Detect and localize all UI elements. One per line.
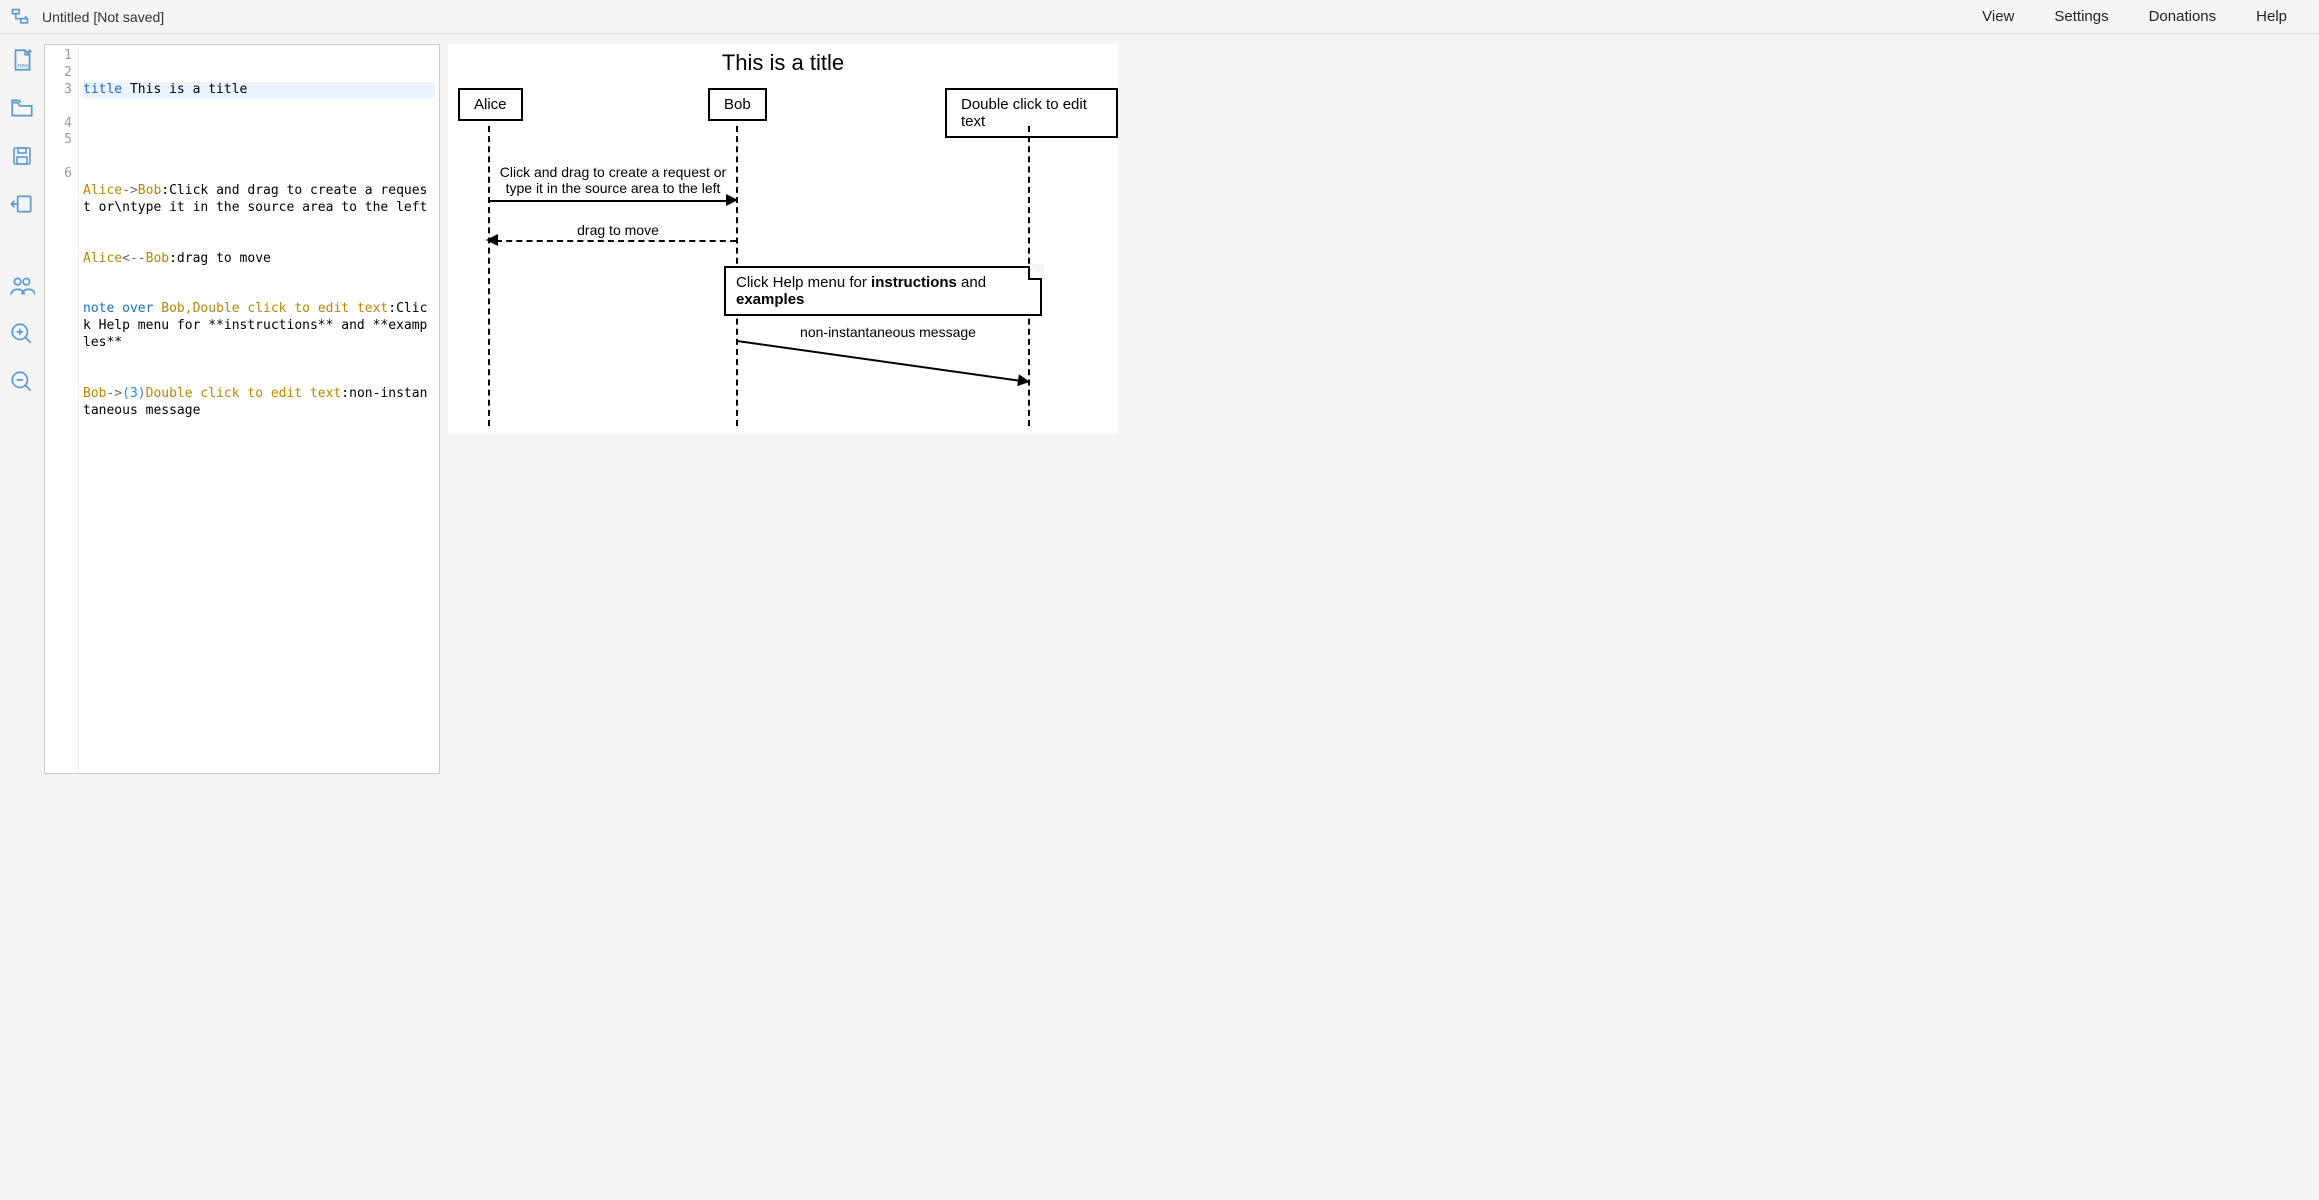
line-number: 3 (45, 82, 72, 116)
participant-name: Alice (83, 251, 122, 266)
participants-icon[interactable] (8, 272, 36, 300)
arrow-text: -> (122, 183, 138, 198)
document-title: Untitled [Not saved] (42, 9, 164, 25)
sequence-diagram[interactable]: This is a title Alice Bob Double click t… (448, 44, 1118, 434)
participant-name: Double click to edit text (146, 386, 342, 401)
message-label[interactable]: Click and drag to create a request or ty… (498, 164, 728, 196)
zoom-out-icon[interactable] (8, 368, 36, 396)
save-icon[interactable] (8, 142, 36, 170)
participant-bob[interactable]: Bob (708, 88, 767, 121)
top-menu: View Settings Donations Help (1982, 8, 2307, 25)
keyword: title (83, 82, 122, 97)
note-fold-icon (1028, 266, 1042, 280)
export-icon[interactable] (8, 190, 36, 218)
code-area[interactable]: title This is a title Alice->Bob:Click a… (79, 45, 439, 773)
svg-text:new: new (18, 63, 30, 70)
arrow-line (489, 200, 729, 202)
message-label[interactable]: drag to move (548, 222, 688, 238)
participant-name: Bob (138, 183, 161, 198)
message-label[interactable]: non-instantaneous message (788, 324, 988, 340)
line-number: 4 (45, 116, 72, 133)
arrow-text: -> (106, 386, 122, 401)
arrowhead-icon (486, 234, 498, 246)
note-box[interactable]: Click Help menu for instructions and exa… (724, 266, 1042, 316)
zoom-in-icon[interactable] (8, 320, 36, 348)
line-number: 5 (45, 132, 72, 166)
menu-donations[interactable]: Donations (2149, 8, 2217, 25)
arrow-line-dashed (496, 240, 736, 242)
line-number: 2 (45, 65, 72, 82)
participant-third[interactable]: Double click to edit text (945, 88, 1118, 138)
open-folder-icon[interactable] (8, 94, 36, 122)
number: (3) (122, 386, 145, 401)
code-text: This is a title (122, 82, 247, 97)
line-gutter: 1 2 3 4 5 6 (45, 45, 79, 773)
arrowhead-icon (726, 194, 738, 206)
participant-name: Bob (146, 251, 169, 266)
diagram-title[interactable]: This is a title (448, 44, 1118, 76)
participant-name: Bob,Double click to edit text (153, 301, 388, 316)
arrow-text: <-- (122, 251, 145, 266)
arrowhead-icon (1017, 374, 1031, 388)
lifeline-alice (488, 126, 490, 426)
participant-name: Bob (83, 386, 106, 401)
arrow-line (737, 340, 1030, 383)
participant-alice[interactable]: Alice (458, 88, 523, 121)
keyword: note over (83, 301, 153, 316)
code-text: :drag to move (169, 251, 271, 266)
menu-view[interactable]: View (1982, 8, 2014, 25)
top-bar: Untitled [Not saved] View Settings Donat… (0, 0, 2319, 34)
line-number: 1 (45, 48, 72, 65)
participant-name: Alice (83, 183, 122, 198)
source-editor[interactable]: 1 2 3 4 5 6 title This is a title Alice-… (44, 44, 440, 774)
new-file-icon[interactable]: new (8, 46, 36, 74)
line-number: 6 (45, 166, 72, 200)
menu-help[interactable]: Help (2256, 8, 2287, 25)
tool-sidebar: new (0, 34, 44, 1200)
menu-settings[interactable]: Settings (2054, 8, 2108, 25)
app-logo-icon (8, 5, 32, 29)
